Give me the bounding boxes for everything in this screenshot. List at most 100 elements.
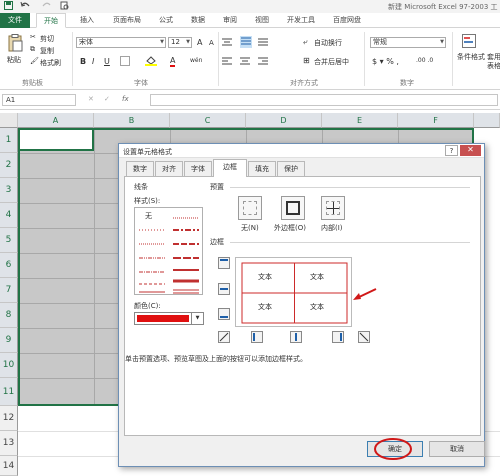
close-button[interactable]: ✕ [460, 145, 481, 156]
border-preview[interactable]: 文本 文本 文本 文本 [235, 257, 352, 327]
tab-file[interactable]: 文件 [0, 13, 30, 28]
border-left-button[interactable] [251, 331, 263, 343]
tab-view[interactable]: 视图 [249, 13, 275, 28]
merge-center-icon[interactable]: ⊞ [303, 56, 310, 65]
row-header[interactable]: 10 [0, 353, 18, 378]
tab-review[interactable]: 审阅 [217, 13, 243, 28]
column-header[interactable]: D [246, 113, 322, 128]
font-name-select[interactable]: 宋体 ▼ [76, 37, 166, 48]
border-bottom-button[interactable] [218, 308, 230, 320]
tab-protection[interactable]: 保护 [277, 161, 305, 176]
align-center-icon[interactable] [240, 57, 250, 67]
conditional-format-icon[interactable] [462, 34, 476, 50]
border-right-button[interactable] [332, 331, 344, 343]
line-color-select[interactable]: ▼ [134, 312, 204, 325]
cut-button[interactable]: 剪切 [40, 34, 54, 44]
column-header[interactable]: E [322, 113, 398, 128]
line-style-list[interactable]: 无 [134, 207, 203, 295]
font-size-select[interactable]: 12 ▼ [168, 37, 192, 48]
column-header[interactable]: F [398, 113, 474, 128]
tab-number[interactable]: 数字 [126, 161, 154, 176]
preset-none-button[interactable] [238, 196, 262, 220]
active-cell[interactable] [18, 128, 94, 151]
insert-function-button[interactable]: fx [122, 95, 129, 103]
tab-data[interactable]: 数据 [185, 13, 211, 28]
row-header[interactable]: 2 [0, 153, 18, 178]
cancel-button[interactable]: 取消 [429, 441, 485, 457]
select-all-corner[interactable] [0, 113, 18, 128]
column-header[interactable] [474, 113, 500, 128]
row-header[interactable]: 8 [0, 303, 18, 328]
align-top-icon[interactable] [222, 38, 232, 48]
tab-font[interactable]: 字体 [184, 161, 212, 176]
row-header[interactable]: 4 [0, 203, 18, 228]
tab-fill[interactable]: 填充 [248, 161, 276, 176]
cancel-entry-icon[interactable]: ✕ [88, 95, 94, 103]
column-header[interactable]: A [18, 113, 94, 128]
preset-outline-button[interactable] [281, 196, 305, 220]
print-preview-icon[interactable] [60, 1, 69, 13]
tab-border[interactable]: 边框 [213, 159, 247, 177]
column-header[interactable]: B [94, 113, 170, 128]
underline-button[interactable]: U [104, 57, 110, 66]
bold-button[interactable]: B [80, 57, 86, 66]
tab-baidu-netdisk[interactable]: 百度网盘 [327, 13, 367, 28]
align-middle-icon[interactable] [240, 36, 252, 48]
name-box[interactable]: A1 [2, 94, 76, 106]
italic-button[interactable]: I [92, 57, 94, 66]
undo-icon[interactable] [20, 1, 30, 13]
merge-center-button[interactable]: 合并后居中 [314, 57, 349, 67]
border-diag-down-button[interactable] [358, 331, 370, 343]
align-bottom-icon[interactable] [258, 38, 268, 48]
currency-icon[interactable]: $ ▾ % , [372, 57, 399, 66]
help-button[interactable]: ? [445, 145, 458, 156]
copy-button[interactable]: 复制 [40, 46, 54, 56]
grow-font-button[interactable]: A [197, 38, 202, 47]
wrap-text-icon[interactable]: ⤶ [303, 37, 307, 47]
row-header[interactable]: 9 [0, 328, 18, 353]
row-header[interactable]: 14 [0, 456, 18, 476]
formula-input[interactable] [150, 94, 498, 106]
format-painter-icon[interactable]: 🖌 [30, 57, 39, 65]
preset-inside-button[interactable] [321, 196, 345, 220]
chevron-down-icon[interactable]: ▼ [191, 313, 203, 324]
border-middle-h-button[interactable] [218, 283, 230, 295]
conditional-format-button[interactable]: 条件格式 [457, 52, 485, 62]
shrink-font-button[interactable]: A [209, 39, 214, 47]
confirm-entry-icon[interactable]: ✓ [104, 95, 110, 103]
column-header[interactable]: C [170, 113, 246, 128]
row-header[interactable]: 6 [0, 253, 18, 278]
row-header[interactable]: 12 [0, 406, 18, 431]
align-left-icon[interactable] [222, 57, 232, 67]
row-header[interactable]: 11 [0, 378, 18, 406]
row-header[interactable]: 5 [0, 228, 18, 253]
format-painter-button[interactable]: 格式刷 [40, 58, 61, 68]
border-middle-v-button[interactable] [290, 331, 302, 343]
border-diag-up-button[interactable] [218, 331, 230, 343]
line-style-swatches[interactable] [135, 208, 204, 296]
number-format-select[interactable]: 常规 ▼ [370, 37, 446, 48]
row-header[interactable]: 3 [0, 178, 18, 203]
fill-color-icon[interactable] [145, 55, 157, 68]
row-header[interactable]: 1 [0, 128, 18, 153]
redo-icon[interactable] [42, 1, 52, 13]
paste-button[interactable]: 粘贴 [7, 55, 21, 65]
border-top-button[interactable] [218, 257, 230, 269]
phonetic-button[interactable]: wén [190, 57, 202, 64]
tab-page-layout[interactable]: 页面布局 [108, 13, 146, 28]
wrap-text-button[interactable]: 自动换行 [314, 38, 342, 48]
save-icon[interactable] [4, 1, 13, 13]
tab-alignment[interactable]: 对齐 [155, 161, 183, 176]
font-color-button[interactable]: A [170, 56, 176, 67]
copy-icon[interactable]: ⧉ [30, 45, 35, 54]
align-right-icon[interactable] [258, 57, 268, 67]
tab-home[interactable]: 开始 [36, 13, 66, 28]
cut-icon[interactable]: ✂ [30, 33, 36, 41]
tab-insert[interactable]: 插入 [72, 13, 102, 28]
row-header[interactable]: 13 [0, 431, 18, 456]
decimal-icon[interactable]: .00 .0 [416, 57, 433, 64]
paste-icon[interactable] [7, 34, 23, 54]
tab-formulas[interactable]: 公式 [153, 13, 179, 28]
border-icon[interactable] [120, 56, 130, 68]
tab-developer[interactable]: 开发工具 [281, 13, 321, 28]
